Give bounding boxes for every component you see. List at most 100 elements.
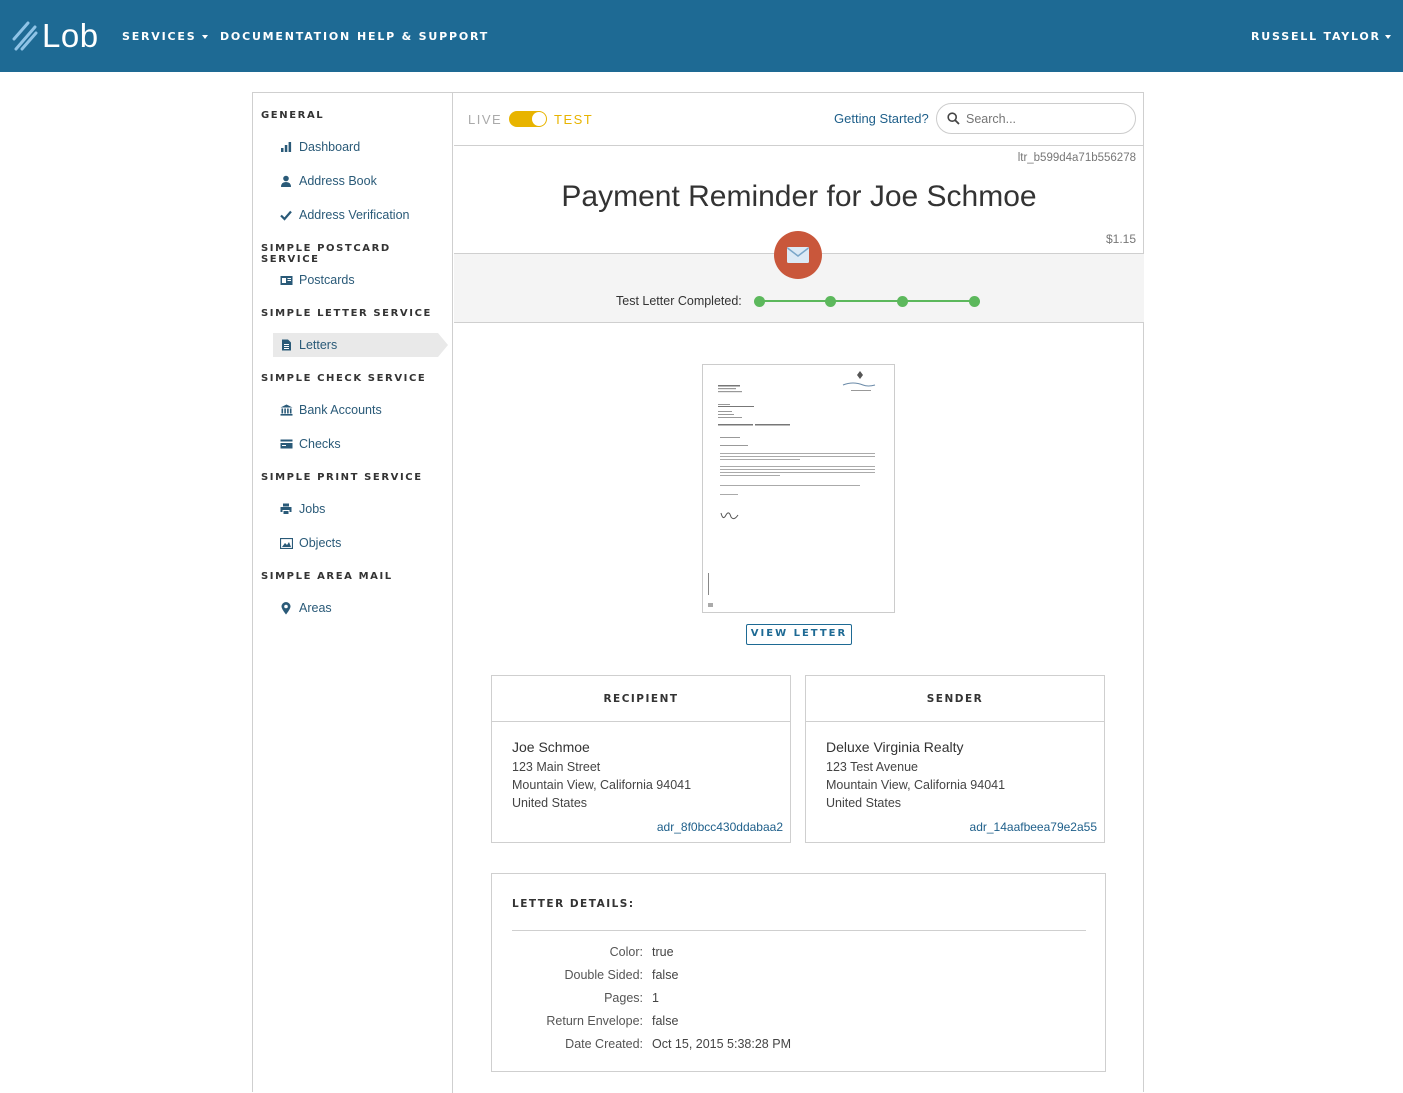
status-track	[759, 300, 975, 302]
brand-name: Lob	[42, 17, 99, 54]
search-box[interactable]	[936, 103, 1136, 134]
getting-started-link[interactable]: Getting Started?	[834, 111, 929, 126]
printer-icon	[280, 503, 292, 515]
letter-id: ltr_b599d4a71b556278	[1017, 152, 1136, 164]
bank-icon	[280, 404, 292, 416]
letter-details-card: LETTER DETAILS: Color: true Double Sided…	[491, 873, 1106, 1072]
detail-value: false	[652, 968, 679, 982]
sidebar-item-letters[interactable]: Letters	[273, 333, 448, 357]
services-menu[interactable]: SERVICES	[122, 30, 209, 43]
documentation-link[interactable]: DOCUMENTATION	[220, 30, 351, 43]
credit-card-icon	[280, 439, 292, 449]
letter-preview-image	[708, 371, 876, 607]
sidebar-item-jobs[interactable]: Jobs	[273, 497, 438, 521]
detail-value: Oct 15, 2015 5:38:28 PM	[652, 1037, 791, 1051]
sidebar-item-dashboard[interactable]: Dashboard	[273, 135, 438, 159]
detail-label: Double Sided:	[564, 968, 643, 982]
sidebar-item-label: Letters	[299, 338, 338, 352]
live-mode-label[interactable]: LIVE	[468, 112, 502, 127]
sidebar-item-checks[interactable]: Checks	[273, 432, 438, 456]
sidebar-item-label: Address Book	[299, 174, 377, 188]
postcard-icon	[280, 275, 292, 285]
content-area: LIVE TEST Getting Started? ltr_b599d4a71…	[454, 93, 1144, 1093]
envelope-badge	[774, 231, 822, 279]
detail-row-pages: Pages: 1	[492, 991, 1107, 1011]
sender-header: SENDER	[806, 676, 1104, 722]
lob-logo[interactable]: Lob	[12, 18, 99, 54]
search-icon	[947, 112, 960, 125]
letter-price: $1.15	[1105, 232, 1136, 246]
recipient-address-id-link[interactable]: adr_8f0bcc430ddabaa2	[657, 820, 783, 834]
recipient-card: RECIPIENT Joe Schmoe 123 Main Street Mou…	[491, 675, 791, 843]
sidebar-item-objects[interactable]: Objects	[273, 531, 438, 555]
sidebar: GENERAL Dashboard Address Book Address V…	[253, 93, 453, 1093]
sidebar-section-check: SIMPLE CHECK SERVICE	[261, 373, 427, 384]
detail-row-date-created: Date Created: Oct 15, 2015 5:38:28 PM	[492, 1037, 1107, 1057]
sidebar-section-general: GENERAL	[261, 110, 325, 121]
recipient-address-line: United States	[512, 796, 588, 810]
sidebar-item-label: Objects	[299, 536, 342, 550]
letter-preview-thumbnail[interactable]	[702, 364, 895, 613]
chevron-down-icon	[202, 35, 209, 39]
envelope-icon	[787, 247, 809, 263]
sidebar-item-label: Jobs	[299, 502, 326, 516]
detail-label: Date Created:	[565, 1037, 643, 1051]
detail-value: true	[652, 945, 674, 959]
main-panel: GENERAL Dashboard Address Book Address V…	[252, 92, 1144, 1093]
status-label: Test Letter Completed:	[616, 294, 742, 308]
lob-logo-icon	[12, 21, 38, 51]
help-support-link[interactable]: HELP & SUPPORT	[357, 30, 489, 43]
checkmark-icon	[280, 210, 292, 221]
toolbar: LIVE TEST Getting Started?	[454, 93, 1144, 146]
detail-row-color: Color: true	[492, 945, 1107, 965]
detail-label: Pages:	[604, 991, 643, 1005]
detail-label: Color:	[609, 945, 643, 959]
document-icon	[281, 339, 291, 351]
search-input[interactable]	[966, 111, 1126, 126]
sender-card: SENDER Deluxe Virginia Realty 123 Test A…	[805, 675, 1105, 843]
services-label: SERVICES	[122, 30, 197, 43]
status-dot	[825, 296, 836, 307]
sidebar-item-label: Areas	[299, 601, 332, 615]
view-letter-button[interactable]: VIEW LETTER	[746, 624, 852, 645]
sidebar-item-postcards[interactable]: Postcards	[273, 268, 438, 292]
detail-row-return-envelope: Return Envelope: false	[492, 1014, 1107, 1034]
status-dot	[897, 296, 908, 307]
sidebar-item-label: Postcards	[299, 273, 355, 287]
chevron-down-icon	[1384, 35, 1391, 39]
sender-address-line: United States	[826, 796, 902, 810]
sidebar-item-label: Checks	[299, 437, 341, 451]
image-icon	[279, 537, 293, 549]
live-test-toggle[interactable]	[509, 111, 547, 127]
sidebar-section-postcard: SIMPLE POSTCARD SERVICE	[261, 243, 391, 265]
detail-label: Return Envelope:	[546, 1014, 643, 1028]
page-title: Payment Reminder for Joe Schmoe	[561, 180, 1037, 213]
status-dot	[754, 296, 765, 307]
status-dot	[969, 296, 980, 307]
sidebar-item-areas[interactable]: Areas	[273, 596, 438, 620]
sidebar-item-bank-accounts[interactable]: Bank Accounts	[273, 398, 438, 422]
user-icon	[281, 175, 291, 187]
divider	[512, 930, 1086, 931]
sender-name: Deluxe Virginia Realty	[826, 739, 964, 755]
sidebar-item-label: Address Verification	[299, 208, 410, 222]
sidebar-item-address-verification[interactable]: Address Verification	[273, 203, 438, 227]
sidebar-section-letter: SIMPLE LETTER SERVICE	[261, 308, 432, 319]
detail-value: 1	[652, 991, 659, 1005]
user-menu[interactable]: RUSSELL TAYLOR	[1251, 30, 1391, 43]
user-name: RUSSELL TAYLOR	[1251, 30, 1381, 43]
test-mode-label[interactable]: TEST	[554, 112, 593, 127]
sender-address-line: Mountain View, California 94041	[826, 778, 1006, 792]
detail-value: false	[652, 1014, 679, 1028]
recipient-address-line: 123 Main Street	[512, 760, 601, 774]
sender-address-id-link[interactable]: adr_14aafbeea79e2a55	[970, 820, 1097, 834]
recipient-name: Joe Schmoe	[512, 739, 590, 755]
sidebar-item-address-book[interactable]: Address Book	[273, 169, 438, 193]
bar-chart-icon	[281, 142, 292, 152]
sidebar-item-label: Dashboard	[299, 140, 361, 154]
sidebar-section-area-mail: SIMPLE AREA MAIL	[261, 571, 393, 582]
top-navbar: Lob SERVICES DOCUMENTATION HELP & SUPPOR…	[0, 0, 1403, 72]
recipient-address-line: Mountain View, California 94041	[512, 778, 692, 792]
sender-address-line: 123 Test Avenue	[826, 760, 918, 774]
letter-details-title: LETTER DETAILS:	[512, 898, 635, 910]
